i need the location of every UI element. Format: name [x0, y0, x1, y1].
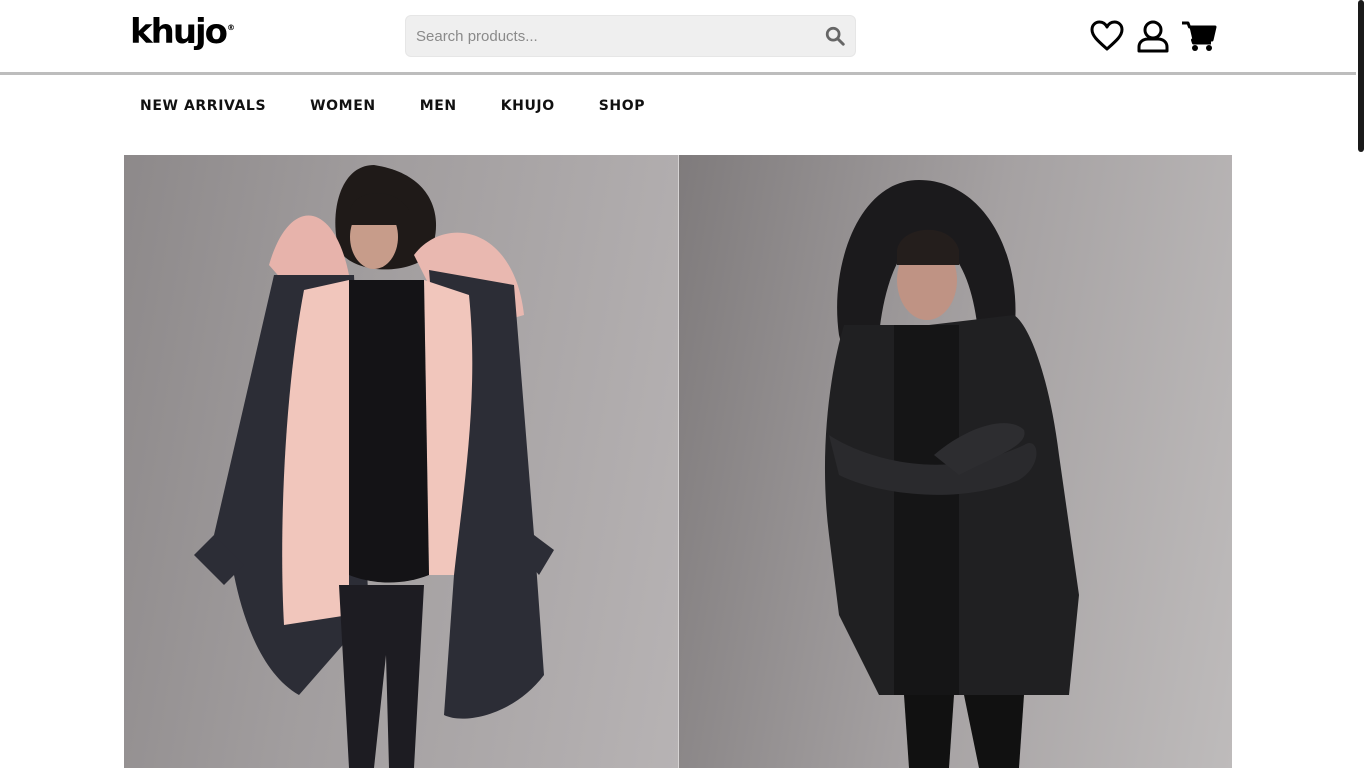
- model-parka-illustration: [194, 165, 554, 768]
- nav-item-men[interactable]: MEN: [420, 98, 457, 114]
- hero-banner[interactable]: [124, 155, 1232, 768]
- brand-logo[interactable]: khujo ®: [130, 14, 235, 54]
- search-input[interactable]: [406, 16, 806, 56]
- header-actions: [1088, 17, 1226, 55]
- model-hooded-coat-illustration: [824, 180, 1079, 768]
- nav-item-women[interactable]: WOMEN: [310, 98, 376, 114]
- search-button[interactable]: [823, 24, 847, 48]
- heart-icon: [1090, 20, 1124, 51]
- cart-button[interactable]: [1180, 17, 1218, 55]
- site-header: khujo ®: [0, 0, 1356, 72]
- cart-icon: [1182, 21, 1217, 51]
- page-scrollbar[interactable]: [1356, 0, 1366, 768]
- account-button[interactable]: [1134, 17, 1172, 55]
- nav-item-new-arrivals[interactable]: NEW ARRIVALS: [140, 98, 266, 114]
- brand-name: khujo: [130, 12, 228, 52]
- nav-item-khujo[interactable]: KHUJO: [501, 98, 555, 114]
- header-divider: [0, 72, 1356, 75]
- search-icon: [825, 26, 845, 46]
- user-icon: [1137, 20, 1169, 53]
- nav-item-shop[interactable]: SHOP: [599, 98, 645, 114]
- brand-registered-mark: ®: [227, 23, 236, 32]
- hero-image-right[interactable]: [678, 155, 1232, 768]
- scrollbar-thumb[interactable]: [1358, 0, 1364, 152]
- main-navigation: NEW ARRIVALS WOMEN MEN KHUJO SHOP: [140, 96, 689, 116]
- wishlist-button[interactable]: [1088, 17, 1126, 55]
- search-bar: [405, 15, 856, 57]
- hero-image-left[interactable]: [124, 155, 678, 768]
